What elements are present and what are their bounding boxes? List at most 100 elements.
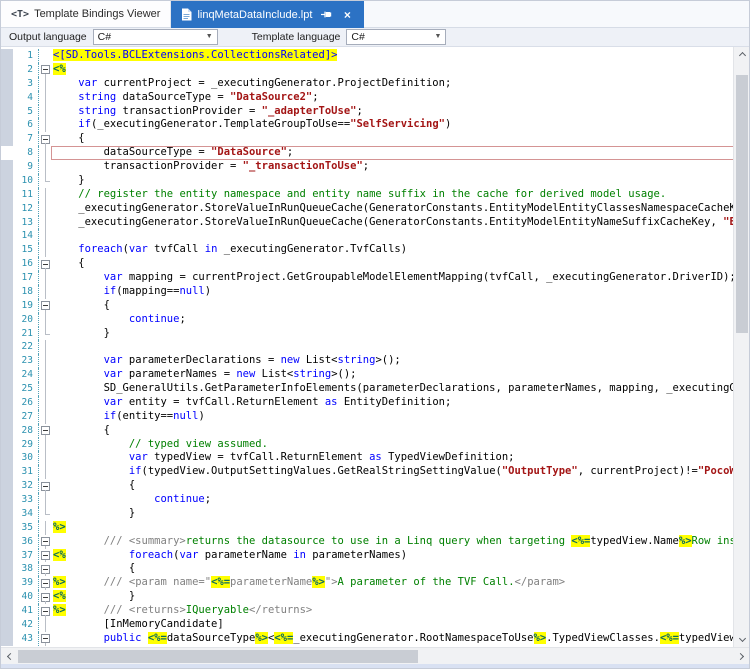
code-line-15[interactable]: 15 foreach(var tvfCall in _executingGene… bbox=[1, 243, 749, 258]
fold-collapse-icon[interactable] bbox=[38, 562, 51, 577]
code-text[interactable]: } bbox=[51, 327, 749, 341]
code-text[interactable]: // register the entity namespace and ent… bbox=[51, 188, 749, 202]
code-line-32[interactable]: 32 { bbox=[1, 479, 749, 493]
code-text[interactable]: dataSourceType = "DataSource"; bbox=[51, 146, 749, 160]
code-text[interactable] bbox=[51, 229, 749, 243]
code-text[interactable]: var currentProject = _executingGenerator… bbox=[51, 77, 749, 91]
code-line-4[interactable]: 4 string dataSourceType = "DataSource2"; bbox=[1, 90, 749, 105]
code-line-40[interactable]: 40 <% } bbox=[1, 590, 749, 604]
code-text[interactable]: { bbox=[51, 562, 749, 576]
code-text[interactable]: <% bbox=[51, 62, 749, 77]
code-line-25[interactable]: 25 SD_GeneralUtils.GetParameterInfoEleme… bbox=[1, 382, 749, 396]
code-line-31[interactable]: 31 if(typedView.OutputSettingValues.GetR… bbox=[1, 465, 749, 480]
code-line-12[interactable]: 12 _executingGenerator.StoreValueInRunQu… bbox=[1, 201, 749, 216]
code-line-42[interactable]: 42 [InMemoryCandidate] bbox=[1, 617, 749, 632]
tab-template-bindings-viewer[interactable]: <T> Template Bindings Viewer bbox=[1, 1, 172, 27]
code-line-37[interactable]: 37 <% foreach(var parameterName in parame… bbox=[1, 548, 749, 563]
code-text[interactable]: continue; bbox=[51, 313, 749, 327]
code-line-24[interactable]: 24 var parameterNames = new List<string>… bbox=[1, 368, 749, 382]
fold-box-icon[interactable] bbox=[41, 481, 50, 491]
code-text[interactable]: if(_executingGenerator.TemplateGroupToUs… bbox=[51, 118, 749, 132]
close-icon[interactable]: × bbox=[340, 8, 354, 22]
output-language-select[interactable]: C# ▼ bbox=[92, 29, 218, 45]
code-line-43[interactable]: 43 public <%=dataSourceType%><<%=_execut… bbox=[1, 631, 749, 646]
code-text[interactable]: string dataSourceType = "DataSource2"; bbox=[51, 91, 749, 105]
fold-collapse-icon[interactable] bbox=[38, 257, 51, 271]
code-text[interactable]: <[SD.Tools.BCLExtensions.CollectionsRela… bbox=[51, 49, 749, 63]
code-line-41[interactable]: 41 %> /// <returns>IQueryable</returns> bbox=[1, 604, 749, 618]
fold-collapse-icon[interactable] bbox=[38, 548, 51, 563]
code-line-10[interactable]: 10 } bbox=[1, 173, 749, 188]
code-line-2[interactable]: 2 <% bbox=[1, 62, 749, 77]
code-text[interactable]: var parameterNames = new List<string>(); bbox=[51, 368, 749, 382]
code-text[interactable]: { bbox=[51, 479, 749, 493]
code-line-5[interactable]: 5 string transactionProvider = "_adapter… bbox=[1, 104, 749, 119]
code-line-19[interactable]: 19 { bbox=[1, 298, 749, 313]
code-text[interactable] bbox=[51, 340, 749, 354]
fold-box-icon[interactable] bbox=[41, 134, 50, 144]
code-text[interactable]: string transactionProvider = "_adapterTo… bbox=[51, 105, 749, 119]
code-text[interactable]: { bbox=[51, 424, 749, 438]
code-line-9[interactable]: 9 transactionProvider = "_transactionToU… bbox=[1, 160, 749, 174]
code-text[interactable]: %> /// <param name="<%=parameterName%>">… bbox=[51, 576, 749, 590]
fold-collapse-icon[interactable] bbox=[38, 298, 51, 313]
fold-collapse-icon[interactable] bbox=[38, 631, 51, 646]
fold-collapse-icon[interactable] bbox=[38, 534, 51, 549]
horizontal-scrollbar[interactable] bbox=[1, 647, 749, 664]
code-line-7[interactable]: 7 { bbox=[1, 132, 749, 147]
code-line-23[interactable]: 23 var parameterDeclarations = new List<… bbox=[1, 354, 749, 369]
code-line-17[interactable]: 17 var mapping = currentProject.GetGroup… bbox=[1, 271, 749, 285]
code-text[interactable]: if(typedView.OutputSettingValues.GetReal… bbox=[51, 465, 749, 479]
code-text[interactable]: _executingGenerator.StoreValueInRunQueue… bbox=[51, 202, 749, 216]
code-text[interactable]: var typedView = tvfCall.ReturnElement as… bbox=[51, 451, 749, 465]
fold-box-icon[interactable] bbox=[41, 564, 50, 574]
code-text[interactable]: { bbox=[51, 299, 749, 313]
fold-collapse-icon[interactable] bbox=[38, 590, 51, 604]
fold-collapse-icon[interactable] bbox=[38, 423, 51, 438]
code-text[interactable]: var parameterDeclarations = new List<str… bbox=[51, 354, 749, 368]
code-line-3[interactable]: 3 var currentProject = _executingGenerat… bbox=[1, 76, 749, 91]
code-line-33[interactable]: 33 continue; bbox=[1, 493, 749, 507]
scroll-left-icon[interactable] bbox=[1, 648, 17, 665]
fold-collapse-icon[interactable] bbox=[38, 132, 51, 147]
code-text[interactable]: if(entity==null) bbox=[51, 410, 749, 424]
scroll-up-icon[interactable] bbox=[734, 47, 749, 62]
vertical-scroll-thumb[interactable] bbox=[736, 75, 748, 333]
code-text[interactable]: <% foreach(var parameterName in paramete… bbox=[51, 548, 749, 563]
code-text[interactable]: continue; bbox=[51, 493, 749, 507]
fold-box-icon[interactable] bbox=[41, 259, 50, 269]
code-text[interactable]: } bbox=[51, 174, 749, 188]
code-line-21[interactable]: 21 } bbox=[1, 326, 749, 341]
code-line-1[interactable]: 1 <[SD.Tools.BCLExtensions.CollectionsRel… bbox=[1, 49, 749, 63]
fold-box-icon[interactable] bbox=[41, 426, 50, 436]
fold-box-icon[interactable] bbox=[41, 634, 50, 644]
code-text[interactable]: var entity = tvfCall.ReturnElement as En… bbox=[51, 396, 749, 410]
code-line-34[interactable]: 34 } bbox=[1, 506, 749, 521]
template-language-select[interactable]: C# ▼ bbox=[346, 29, 447, 45]
code-text[interactable]: { bbox=[51, 257, 749, 271]
code-line-18[interactable]: 18 if(mapping==null) bbox=[1, 284, 749, 299]
code-line-22[interactable]: 22 bbox=[1, 340, 749, 355]
code-line-38[interactable]: 38 { bbox=[1, 562, 749, 577]
code-text[interactable]: SD_GeneralUtils.GetParameterInfoElements… bbox=[51, 382, 749, 396]
code-text[interactable]: [InMemoryCandidate] bbox=[51, 618, 749, 632]
code-editor[interactable]: 1 <[SD.Tools.BCLExtensions.CollectionsRel… bbox=[1, 47, 749, 647]
fold-box-icon[interactable] bbox=[41, 578, 50, 588]
code-text[interactable]: <% } bbox=[51, 590, 749, 604]
code-line-16[interactable]: 16 { bbox=[1, 257, 749, 271]
code-line-6[interactable]: 6 if(_executingGenerator.TemplateGroupTo… bbox=[1, 118, 749, 133]
code-text[interactable]: /// <summary>returns the datasource to u… bbox=[51, 534, 749, 549]
code-line-35[interactable]: 35 %> bbox=[1, 520, 749, 535]
code-text[interactable]: _executingGenerator.StoreValueInRunQueue… bbox=[51, 216, 749, 230]
code-line-8[interactable]: 8 dataSourceType = "DataSource"; bbox=[1, 146, 749, 160]
scroll-down-icon[interactable] bbox=[734, 632, 749, 647]
tab-file-linqmetadatainclude[interactable]: linqMetaDataInclude.lpt × bbox=[171, 1, 365, 28]
pin-icon[interactable] bbox=[319, 8, 333, 22]
vertical-scrollbar[interactable] bbox=[733, 47, 749, 647]
code-line-13[interactable]: 13 _executingGenerator.StoreValueInRunQu… bbox=[1, 215, 749, 230]
fold-collapse-icon[interactable] bbox=[38, 62, 51, 77]
code-text[interactable]: public <%=dataSourceType%><<%=_executing… bbox=[51, 631, 749, 646]
code-line-14[interactable]: 14 bbox=[1, 229, 749, 244]
code-line-29[interactable]: 29 // typed view assumed. bbox=[1, 437, 749, 452]
code-line-36[interactable]: 36 /// <summary>returns the datasource t… bbox=[1, 534, 749, 549]
